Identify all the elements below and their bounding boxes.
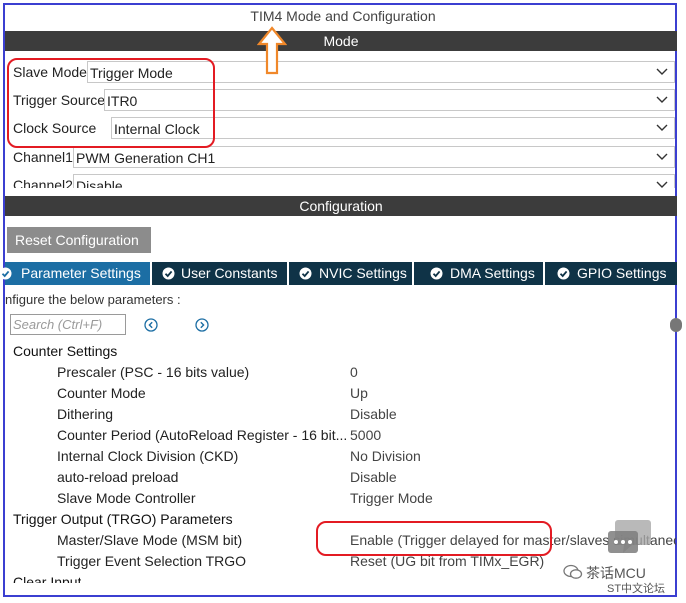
tab-label: GPIO Settings bbox=[577, 265, 667, 281]
check-circle-icon bbox=[162, 267, 175, 280]
param-value[interactable]: Up bbox=[350, 385, 368, 401]
param-value[interactable]: 5000 bbox=[350, 427, 381, 443]
window-title: TIM4 Mode and Configuration bbox=[250, 8, 436, 24]
config-tab-bar: Parameter Settings User Constants NVIC S… bbox=[0, 262, 677, 285]
param-name: Internal Clock Division (CKD) bbox=[57, 448, 239, 464]
param-value[interactable]: No Division bbox=[350, 448, 421, 464]
tab-label: NVIC Settings bbox=[319, 265, 407, 281]
chevron-down-icon bbox=[656, 124, 668, 131]
channel2-row: Channel2 Disable bbox=[5, 174, 677, 188]
param-name: auto-reload preload bbox=[57, 469, 179, 485]
tab-gpio-settings[interactable]: GPIO Settings bbox=[545, 262, 677, 285]
up-arrow-icon bbox=[257, 26, 287, 75]
chat-bubble-icon bbox=[608, 520, 651, 553]
tab-label: DMA Settings bbox=[450, 265, 535, 281]
param-value[interactable]: Disable bbox=[350, 469, 397, 485]
mode-header: Mode bbox=[5, 31, 677, 51]
param-value[interactable]: Trigger Mode bbox=[350, 490, 433, 506]
trgo-parameters-group[interactable]: Trigger Output (TRGO) Parameters bbox=[13, 511, 233, 527]
param-value[interactable]: 0 bbox=[350, 364, 358, 380]
channel1-value: PWM Generation CH1 bbox=[76, 150, 216, 166]
annotation-box-msm bbox=[316, 521, 552, 556]
check-circle-icon bbox=[299, 267, 312, 280]
channel2-value: Disable bbox=[76, 178, 123, 188]
channel2-label: Channel2 bbox=[13, 177, 73, 188]
check-circle-icon bbox=[557, 267, 570, 280]
search-input[interactable]: Search (Ctrl+F) bbox=[10, 314, 126, 335]
check-circle-icon bbox=[0, 267, 12, 280]
chevron-down-icon bbox=[656, 153, 668, 160]
check-circle-icon bbox=[430, 267, 443, 280]
chevron-down-icon bbox=[656, 96, 668, 103]
param-name: Dithering bbox=[57, 406, 114, 422]
tab-label: Parameter Settings bbox=[21, 265, 141, 281]
param-name: Counter Period (AutoReload Register - 16… bbox=[57, 427, 348, 443]
chevron-down-icon bbox=[656, 68, 668, 75]
tab-label: User Constants bbox=[181, 265, 278, 281]
channel1-label: Channel1 bbox=[13, 149, 73, 165]
tab-nvic-settings[interactable]: NVIC Settings bbox=[289, 262, 414, 285]
param-name: Prescaler (PSC - 16 bits value) bbox=[57, 364, 250, 380]
channel2-select[interactable]: Disable bbox=[73, 174, 675, 188]
tab-parameter-settings[interactable]: Parameter Settings bbox=[0, 262, 152, 285]
chevron-down-icon bbox=[656, 181, 668, 188]
next-result-icon[interactable] bbox=[195, 318, 209, 332]
param-value[interactable]: Disable bbox=[350, 406, 397, 422]
counter-settings-group[interactable]: Counter Settings bbox=[13, 343, 117, 359]
channel1-select[interactable]: PWM Generation CH1 bbox=[73, 146, 675, 168]
watermark-subtitle: ST中文论坛 bbox=[607, 583, 666, 595]
channel1-row: Channel1 PWM Generation CH1 bbox=[5, 146, 677, 168]
previous-result-icon[interactable] bbox=[144, 318, 158, 332]
tab-user-constants[interactable]: User Constants bbox=[152, 262, 289, 285]
tab-dma-settings[interactable]: DMA Settings bbox=[414, 262, 545, 285]
param-name: Counter Mode bbox=[57, 385, 146, 401]
scrollbar-thumb[interactable] bbox=[670, 318, 682, 332]
annotation-box-mode bbox=[7, 58, 215, 148]
param-name: Trigger Event Selection TRGO bbox=[57, 553, 247, 569]
clear-input-group[interactable]: Clear Input bbox=[13, 574, 81, 583]
param-name: Master/Slave Mode (MSM bit) bbox=[57, 532, 243, 548]
configure-info-text: nfigure the below parameters : bbox=[5, 292, 181, 307]
configuration-header: Configuration bbox=[5, 196, 677, 216]
reset-configuration-button[interactable]: Reset Configuration bbox=[7, 227, 151, 253]
wechat-icon bbox=[563, 564, 583, 579]
param-name: Slave Mode Controller bbox=[57, 490, 196, 506]
